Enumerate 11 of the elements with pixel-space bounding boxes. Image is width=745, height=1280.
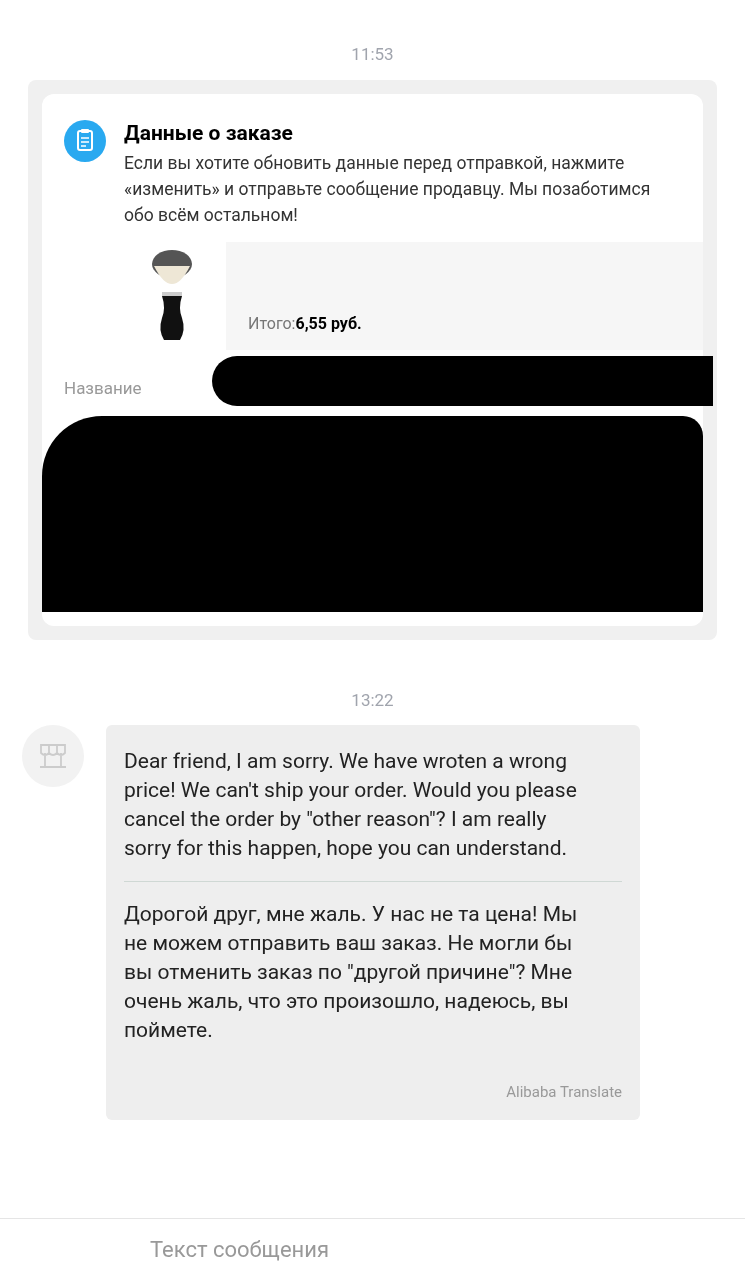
translated-text: Дорогой друг, мне жаль. У нас не та цена! Мы не можем отправить ваш заказ. Не могли бы вы отменить заказ по "другой причине"? Мне очень жаль, что это произошло, надеюсь, вы поймете.	[124, 901, 579, 1045]
message-time: 11:53	[351, 43, 394, 66]
message-input-field[interactable]: Текст сообщения	[150, 1233, 595, 1266]
message-text: Dear friend, I am sorry. We have wroten a wrong price! We can't ship your order. Would you please cancel the order by "other reason"? I am really sorry for this happen, hope you can understand.	[124, 748, 578, 863]
product-total: Итого:6,55 руб.	[248, 312, 362, 335]
card-description: Если вы хотите обновить данные перед отправкой, нажмите «изменить» и отправьте сообщение продавцу. Мы позаботимся обо всём остальном!	[124, 151, 652, 227]
card-title: Данные о заказе	[124, 119, 294, 146]
message-time: 13:22	[351, 688, 394, 712]
field-label: Название	[64, 376, 142, 400]
clipboard-icon	[64, 119, 106, 162]
translator-credit: Alibaba Translate	[506, 1082, 622, 1104]
